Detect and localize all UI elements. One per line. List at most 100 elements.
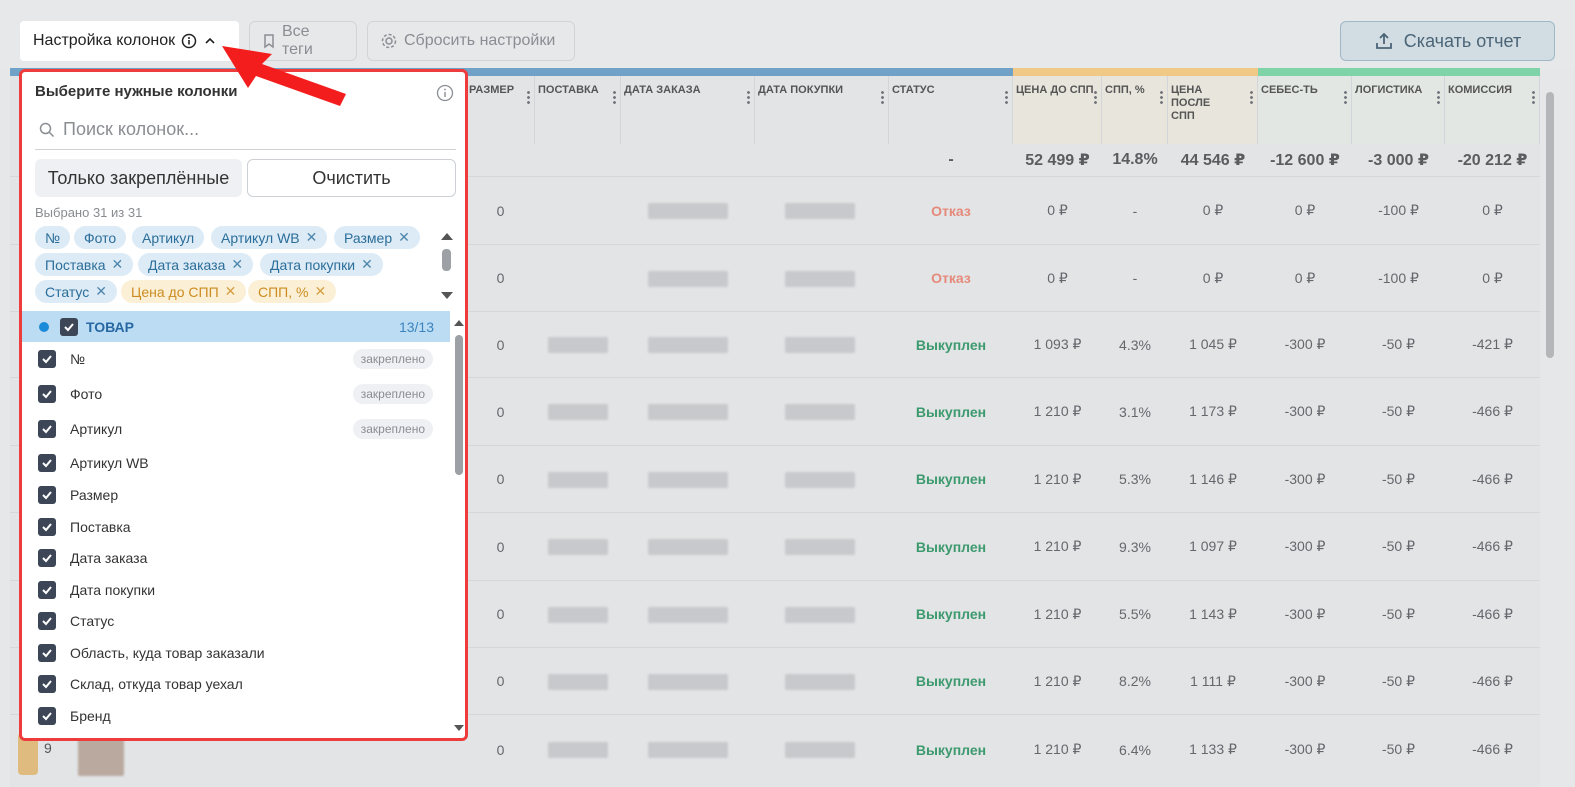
- header-logistics[interactable]: Логистика: [1352, 76, 1445, 144]
- reset-settings-button[interactable]: Сбросить настройки: [367, 21, 575, 61]
- checkbox-checked-icon[interactable]: [38, 453, 56, 472]
- group-count: 13/13: [398, 318, 434, 335]
- checkbox-checked-icon[interactable]: [38, 611, 56, 630]
- cell-size: 0: [496, 336, 505, 353]
- cell-logistics: -50 ₽: [1381, 336, 1416, 352]
- chevron-up-icon: [205, 37, 215, 44]
- column-menu-icon[interactable]: [527, 90, 530, 104]
- redacted-value: [785, 673, 855, 690]
- column-list-item[interactable]: Поставка: [22, 510, 450, 543]
- remove-chip-icon[interactable]: ✕: [398, 229, 410, 246]
- header-supply[interactable]: Поставка: [535, 76, 621, 144]
- column-menu-icon[interactable]: [613, 90, 616, 104]
- column-menu-icon[interactable]: [1094, 90, 1097, 104]
- checkbox-checked-icon[interactable]: [38, 706, 56, 725]
- chips-scrollbar[interactable]: [442, 249, 451, 271]
- column-list-item[interactable]: Артикул закреплено: [22, 412, 450, 445]
- column-list-item[interactable]: Статус: [22, 604, 450, 637]
- checkbox-checked-icon[interactable]: [38, 419, 56, 438]
- cell-price-after: 0 ₽: [1202, 269, 1224, 286]
- cell-price-before: 0 ₽: [1047, 269, 1068, 286]
- checkbox-checked-icon[interactable]: [60, 317, 78, 336]
- column-list-item[interactable]: Фото закреплено: [22, 377, 450, 410]
- column-search: [35, 110, 456, 150]
- page-scrollbar[interactable]: [1546, 92, 1554, 358]
- column-list-item[interactable]: Бренд: [22, 699, 450, 732]
- chips-scroll-up-icon[interactable]: [441, 233, 453, 240]
- cell-price-after: 1 173 ₽: [1189, 403, 1237, 419]
- cell-spp: 9.3%: [1119, 538, 1151, 555]
- column-menu-icon[interactable]: [1532, 90, 1535, 104]
- column-item-label: Дата заказа: [70, 549, 148, 566]
- header-order-date[interactable]: Дата заказа: [621, 76, 755, 144]
- group-row-product[interactable]: ТОВАР 13/13: [22, 311, 450, 342]
- cell-status: Выкуплен: [915, 606, 987, 622]
- column-menu-icon[interactable]: [747, 90, 750, 104]
- remove-chip-icon[interactable]: ✕: [225, 283, 237, 300]
- column-menu-icon[interactable]: [1005, 90, 1008, 104]
- column-list-item[interactable]: Область, куда товар заказали: [22, 636, 450, 669]
- remove-chip-icon[interactable]: ✕: [95, 283, 107, 300]
- cell-price-before: 1 210 ₽: [1033, 741, 1082, 757]
- remove-chip-icon[interactable]: ✕: [112, 256, 124, 273]
- column-menu-icon[interactable]: [881, 90, 884, 104]
- chips-scroll-down-icon[interactable]: [441, 292, 453, 299]
- header-commission[interactable]: Комиссия: [1445, 76, 1540, 144]
- header-price-before[interactable]: Цена до СПП: [1013, 76, 1102, 144]
- cell-commission: -421 ₽: [1472, 336, 1513, 352]
- cell-commission: 0 ₽: [1482, 202, 1503, 218]
- column-list-item[interactable]: Артикул WB: [22, 446, 450, 479]
- column-list-item[interactable]: Дата заказа: [22, 541, 450, 574]
- cell-logistics: -100 ₽: [1378, 202, 1419, 218]
- cell-logistics: -50 ₽: [1381, 538, 1416, 554]
- column-list-item[interactable]: № закреплено: [22, 342, 450, 375]
- remove-chip-icon[interactable]: ✕: [361, 256, 373, 273]
- info-icon[interactable]: [436, 84, 454, 102]
- header-spp[interactable]: СПП, %: [1102, 76, 1168, 144]
- redacted-value: [785, 606, 855, 623]
- column-menu-icon[interactable]: [1160, 90, 1163, 104]
- redacted-value: [548, 606, 608, 623]
- list-scroll-down-icon[interactable]: [454, 725, 464, 731]
- header-price-after[interactable]: Цена после СПП: [1168, 76, 1258, 144]
- remove-chip-icon[interactable]: ✕: [231, 256, 243, 273]
- list-scrollbar[interactable]: [455, 335, 463, 475]
- search-input[interactable]: [63, 119, 443, 140]
- checkbox-checked-icon[interactable]: [38, 643, 56, 662]
- checkbox-checked-icon[interactable]: [38, 384, 56, 403]
- column-list-item[interactable]: Склад, откуда товар уехал: [22, 667, 450, 700]
- column-list-item[interactable]: Дата покупки: [22, 573, 450, 606]
- header-cost[interactable]: Себес-ть: [1258, 76, 1352, 144]
- download-report-button[interactable]: Скачать отчет: [1340, 21, 1555, 61]
- checkbox-checked-icon[interactable]: [38, 349, 56, 368]
- upload-icon: [1375, 32, 1392, 49]
- column-list-item[interactable]: Размер: [22, 478, 450, 511]
- checkbox-checked-icon[interactable]: [38, 548, 56, 567]
- chip-label: Дата заказа: [148, 256, 226, 273]
- column-menu-icon[interactable]: [1250, 90, 1253, 104]
- group-label: ТОВАР: [86, 318, 134, 335]
- checkbox-checked-icon[interactable]: [38, 485, 56, 504]
- cell-logistics: -50 ₽: [1381, 605, 1416, 622]
- redacted-value: [648, 270, 728, 287]
- remove-chip-icon[interactable]: ✕: [314, 283, 326, 300]
- only-pinned-button[interactable]: Только закреплённые: [35, 159, 242, 197]
- remove-chip-icon[interactable]: ✕: [306, 229, 318, 246]
- redacted-value: [785, 203, 855, 219]
- redacted-value: [785, 270, 855, 287]
- checkbox-checked-icon[interactable]: [38, 674, 56, 693]
- header-status[interactable]: Статус: [889, 76, 1013, 144]
- column-menu-icon[interactable]: [1344, 90, 1347, 104]
- header-purchase-date[interactable]: Дата покупки: [755, 76, 889, 144]
- cell-status: Выкуплен: [915, 336, 987, 353]
- list-scroll-up-icon[interactable]: [454, 320, 464, 326]
- checkbox-checked-icon[interactable]: [38, 517, 56, 536]
- column-settings-button[interactable]: Настройка колонок: [20, 21, 239, 61]
- cell-price-after: 1 146 ₽: [1189, 470, 1237, 487]
- column-menu-icon[interactable]: [1437, 90, 1440, 104]
- header-size[interactable]: Размер: [466, 76, 535, 144]
- search-icon: [39, 122, 55, 137]
- pinned-badge: закреплено: [352, 418, 433, 439]
- checkbox-checked-icon[interactable]: [38, 580, 56, 599]
- clear-button[interactable]: Очистить: [247, 159, 456, 197]
